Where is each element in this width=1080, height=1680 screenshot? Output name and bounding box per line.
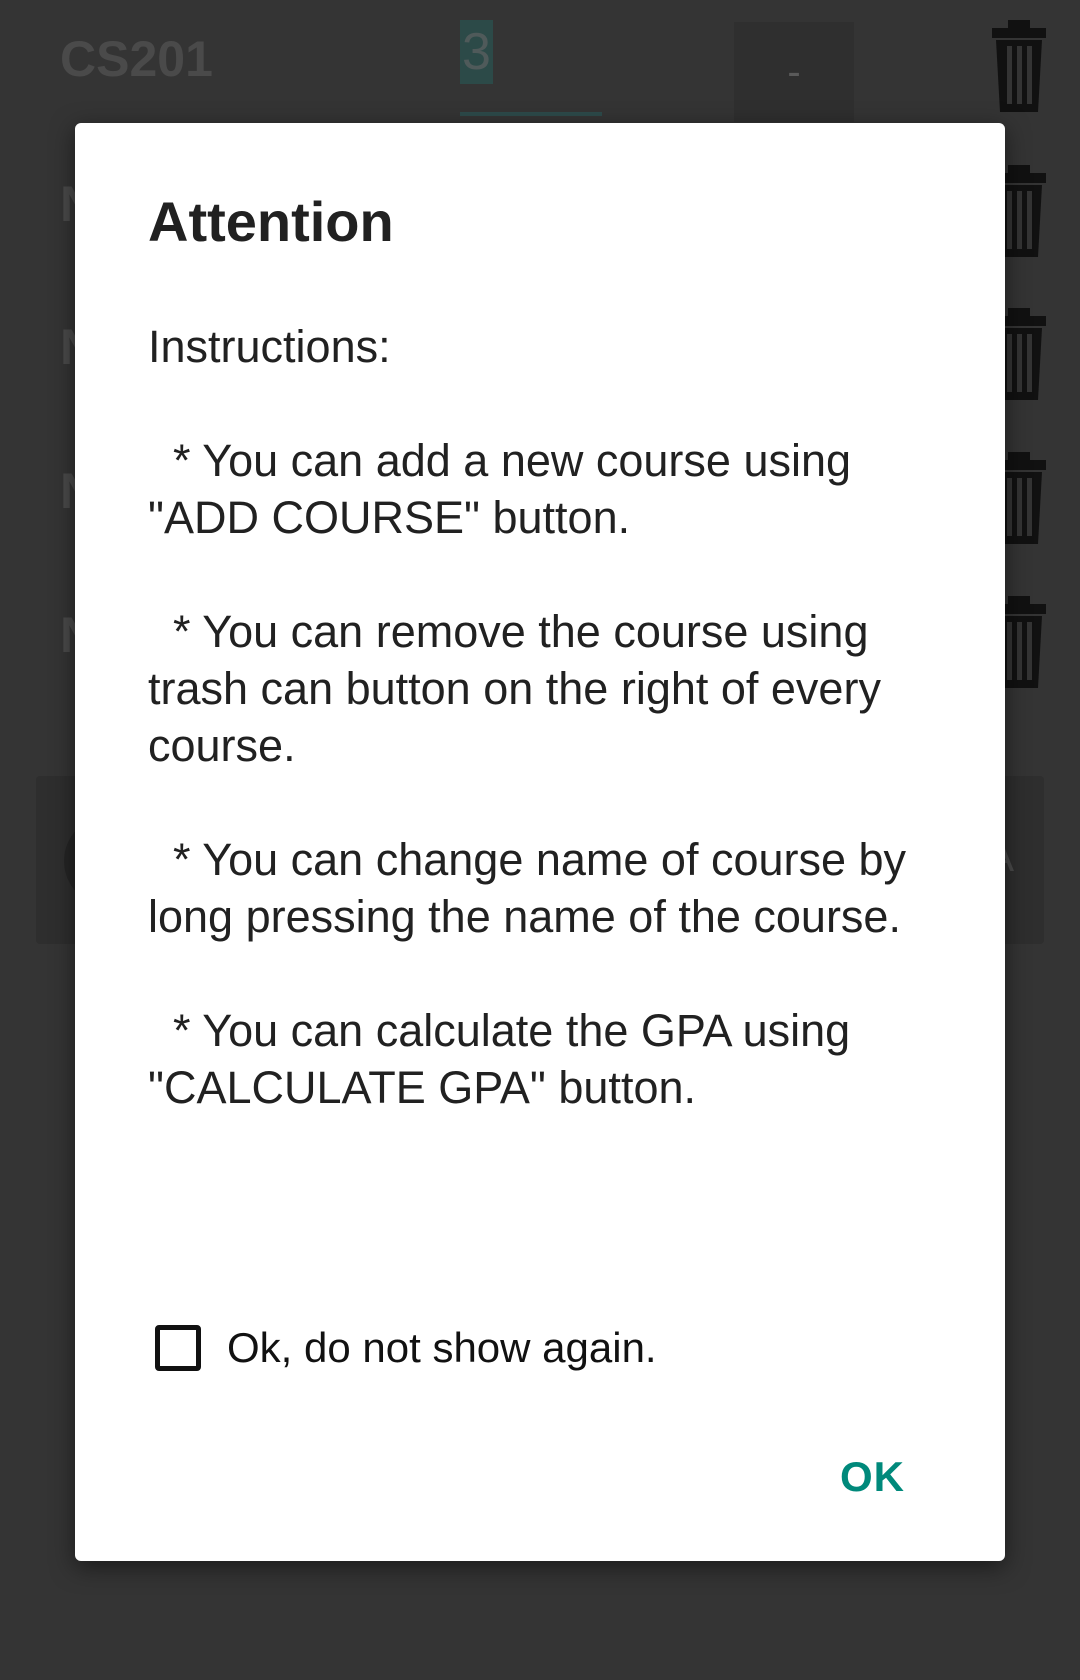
dialog-message: Instructions: * You can add a new course… (148, 321, 907, 1113)
ok-button[interactable]: OK (840, 1453, 905, 1501)
attention-dialog: Attention Instructions: * You can add a … (75, 123, 1005, 1561)
credit-input[interactable]: 3 (460, 20, 602, 116)
course-name[interactable]: CS201 (60, 30, 213, 88)
dont-show-again-checkbox-row[interactable]: Ok, do not show again. (155, 1318, 657, 1378)
dont-show-again-checkbox[interactable] (155, 1325, 201, 1371)
grade-dropdown[interactable]: - (734, 22, 854, 122)
course-row: CS201 3 - (0, 0, 1080, 122)
dialog-title: Attention (148, 190, 394, 253)
trash-icon[interactable] (990, 20, 1048, 112)
credit-value: 3 (460, 20, 493, 84)
checkbox-label[interactable]: Ok, do not show again. (227, 1324, 657, 1372)
